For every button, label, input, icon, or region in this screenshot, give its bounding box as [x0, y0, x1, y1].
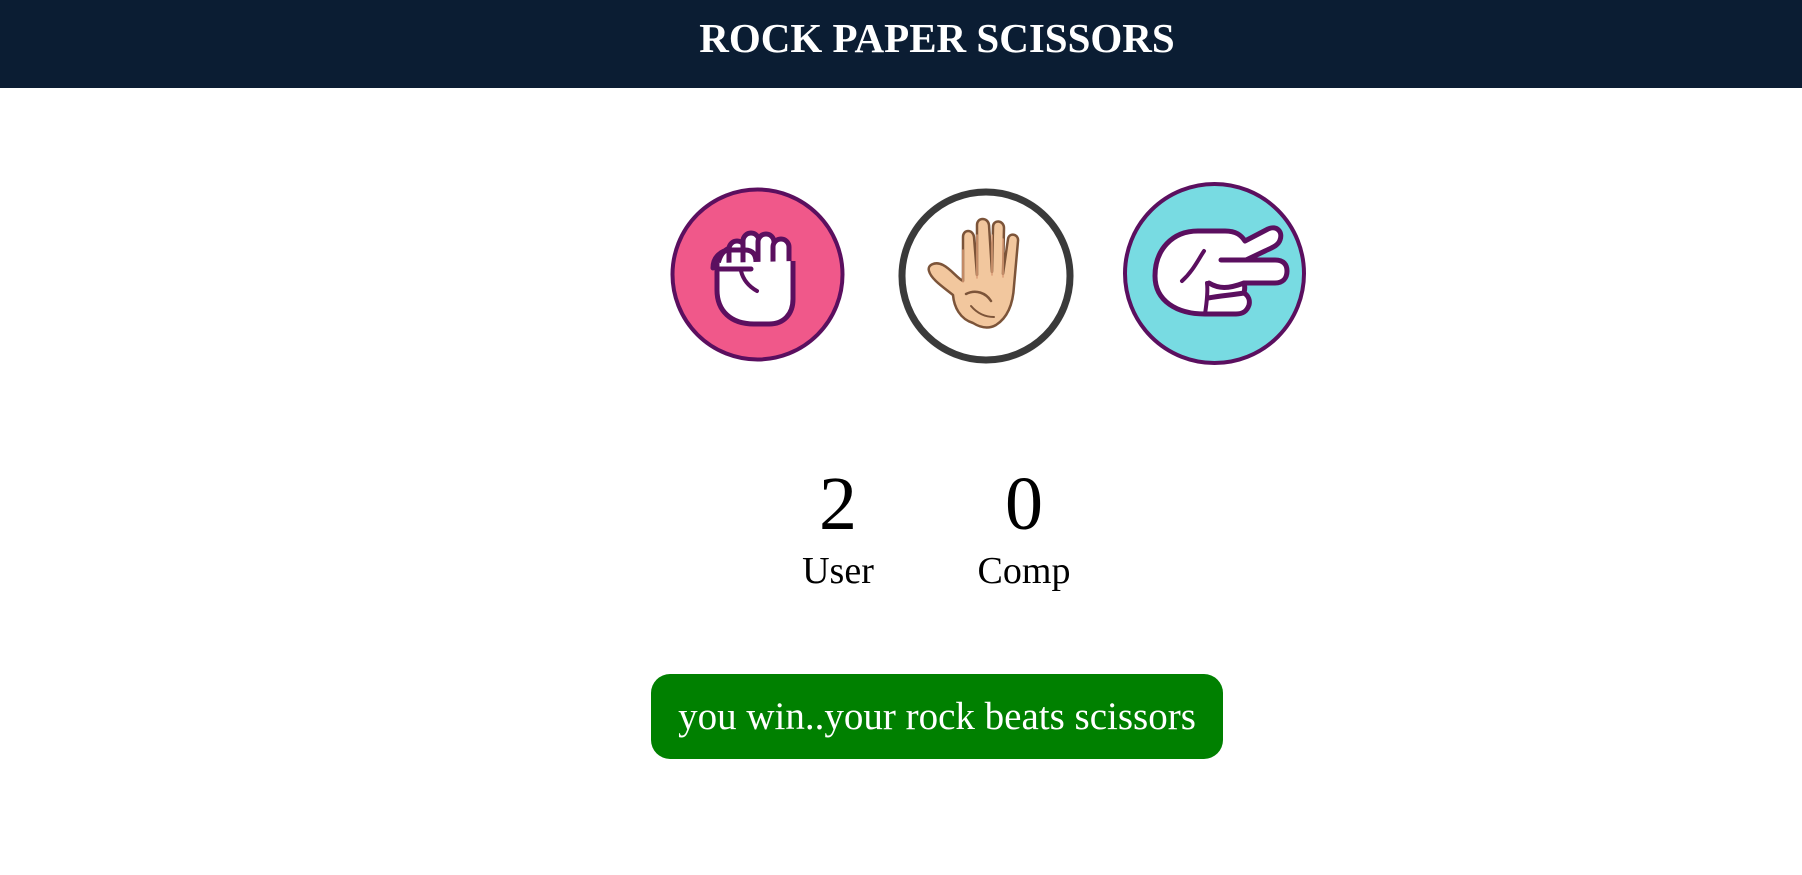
rock-fist-icon: [670, 187, 845, 362]
rock-choice-button[interactable]: [670, 187, 845, 362]
scissors-hand-icon: [1123, 182, 1306, 365]
result-message: you win..your rock beats scissors: [651, 674, 1223, 759]
user-score-value: 2: [819, 462, 857, 546]
paper-hand-icon: [898, 188, 1074, 364]
header: ROCK PAPER SCISSORS: [0, 0, 1802, 88]
user-score-label: User: [802, 550, 874, 592]
paper-choice-button[interactable]: [893, 183, 1079, 369]
game-title: ROCK PAPER SCISSORS: [699, 15, 1175, 61]
comp-score-label: Comp: [977, 550, 1071, 592]
scissors-choice-button[interactable]: [1121, 180, 1308, 367]
comp-score-value: 0: [1005, 462, 1043, 546]
